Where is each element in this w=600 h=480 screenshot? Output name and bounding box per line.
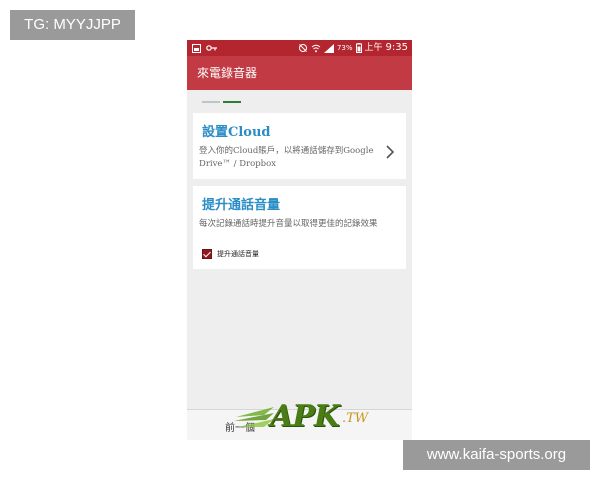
battery-percent: 73% [336, 44, 353, 52]
logo-text: APK [270, 399, 340, 434]
app-title: 來電錄音器 [197, 66, 258, 80]
boost-volume-card: 提升通話音量 每次記錄通話時提升音量以取得更佳的記錄效果 提升通話音量 [193, 186, 406, 269]
volume-card-description: 每次記錄通話時提升音量以取得更佳的記錄效果 [199, 219, 378, 229]
status-bar: 73% 上午 9:35 [187, 40, 412, 56]
app-bar: 來電錄音器 [187, 56, 412, 90]
clock: 9:35 [385, 42, 408, 53]
boost-volume-checkbox-label: 提升通話音量 [217, 250, 259, 258]
silent-icon [298, 44, 307, 52]
apk-tw-logo: APK .TW [234, 397, 374, 437]
logo-suffix: .TW [342, 411, 369, 426]
volume-card-title: 提升通話音量 [202, 198, 281, 213]
boost-volume-checkbox[interactable] [202, 249, 212, 259]
screenshot-icon [192, 43, 201, 53]
chevron-right-icon [386, 145, 395, 162]
boost-volume-toggle-row[interactable]: 提升通話音量 [202, 249, 259, 259]
watermark-top-left: TG: MYYJJPP [10, 10, 135, 40]
cloud-card-title: 設置Cloud [202, 125, 271, 140]
time-period: 上午 [364, 43, 383, 53]
key-icon [206, 45, 217, 51]
watermark-bottom-right: www.kaifa-sports.org [403, 440, 590, 470]
page-indicator [202, 101, 241, 103]
cloud-card-description: 登入你的Cloud賬戶，以將通話儲存到Google Drive™ / Dropb… [199, 146, 374, 169]
battery-icon [355, 43, 362, 53]
phone-screen: 73% 上午 9:35 來電錄音器 設置Cloud 登入你的Cloud賬戶，以將… [187, 40, 412, 440]
signal-icon [323, 43, 334, 53]
wifi-icon [311, 44, 321, 52]
cloud-setup-card[interactable]: 設置Cloud 登入你的Cloud賬戶，以將通話儲存到Google Drive™… [193, 113, 406, 179]
logo-swoosh-icon [234, 407, 274, 427]
page-dot-1 [202, 101, 220, 103]
page-dot-2-active [223, 101, 241, 103]
